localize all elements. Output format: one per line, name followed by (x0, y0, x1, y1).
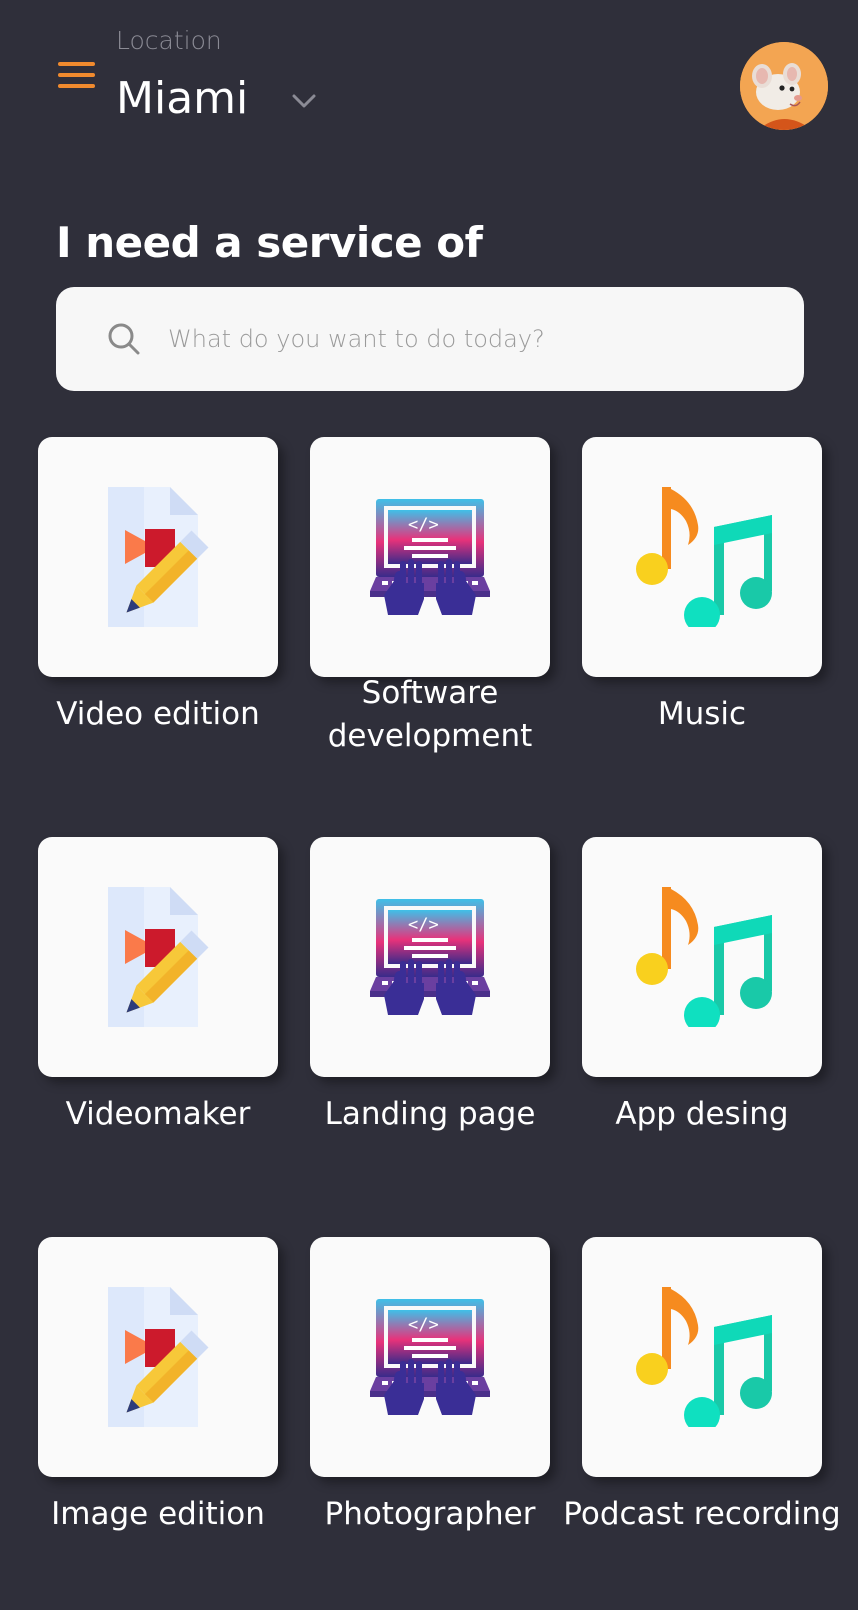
search-icon (108, 323, 140, 355)
service-label: Landing page (324, 1096, 536, 1132)
svg-text:</>: </> (408, 915, 439, 935)
svg-text:</>: </> (408, 1315, 439, 1335)
coding-laptop-icon: </> (370, 1299, 490, 1415)
service-label: Software development (327, 675, 533, 754)
service-card-music[interactable]: Music (582, 437, 822, 732)
service-label: Image edition (51, 1496, 265, 1532)
service-label: Video edition (56, 696, 260, 732)
service-card-image-edition[interactable]: Image edition (38, 1237, 278, 1532)
service-tile (38, 1237, 278, 1477)
search-input[interactable] (166, 324, 730, 354)
service-tile: </> (310, 437, 550, 677)
service-tile: </> (310, 1237, 550, 1477)
music-notes-icon (636, 1287, 772, 1427)
chevron-down-icon (292, 94, 316, 108)
location-value: Miami (116, 72, 249, 124)
svg-text:</>: </> (408, 515, 439, 535)
service-card-software-development[interactable]: </> Software development (310, 437, 550, 754)
location-dropdown[interactable]: Miami (116, 70, 316, 126)
service-label: Podcast recording (563, 1496, 841, 1532)
page-title: I need a service of (56, 218, 483, 267)
service-tile (38, 437, 278, 677)
service-label: App desing (615, 1096, 789, 1132)
avatar[interactable] (740, 42, 828, 130)
service-card-video-edition[interactable]: Video edition (38, 437, 278, 732)
app-screen: Location Miami I need a service of What … (0, 0, 858, 1610)
service-card-podcast-recording[interactable]: Podcast recording (563, 1237, 841, 1532)
service-label: Music (657, 696, 747, 732)
music-notes-icon (636, 487, 772, 627)
hamburger-menu-icon[interactable] (58, 62, 98, 96)
service-tile: </> (310, 837, 550, 1077)
service-label: Photographer (324, 1496, 536, 1532)
location-label: Location (116, 26, 222, 55)
service-tile (582, 837, 822, 1077)
mouse-avatar-image (740, 42, 828, 130)
video-edit-icon (108, 1287, 209, 1427)
search-box[interactable] (56, 287, 804, 391)
coding-laptop-icon: </> (370, 899, 490, 1015)
service-card-videomaker[interactable]: Videomaker (38, 837, 278, 1132)
service-card-app-desing[interactable]: App desing (582, 837, 822, 1132)
service-tile (582, 1237, 822, 1477)
music-notes-icon (636, 887, 772, 1027)
service-card-photographer[interactable]: </> Photographer (310, 1237, 550, 1532)
service-tile (38, 837, 278, 1077)
coding-laptop-icon: </> (370, 499, 490, 615)
service-label: Videomaker (65, 1096, 251, 1132)
video-edit-icon (108, 487, 209, 627)
video-edit-icon (108, 887, 209, 1027)
service-card-landing-page[interactable]: </> Landing page (310, 837, 550, 1132)
service-tile (582, 437, 822, 677)
